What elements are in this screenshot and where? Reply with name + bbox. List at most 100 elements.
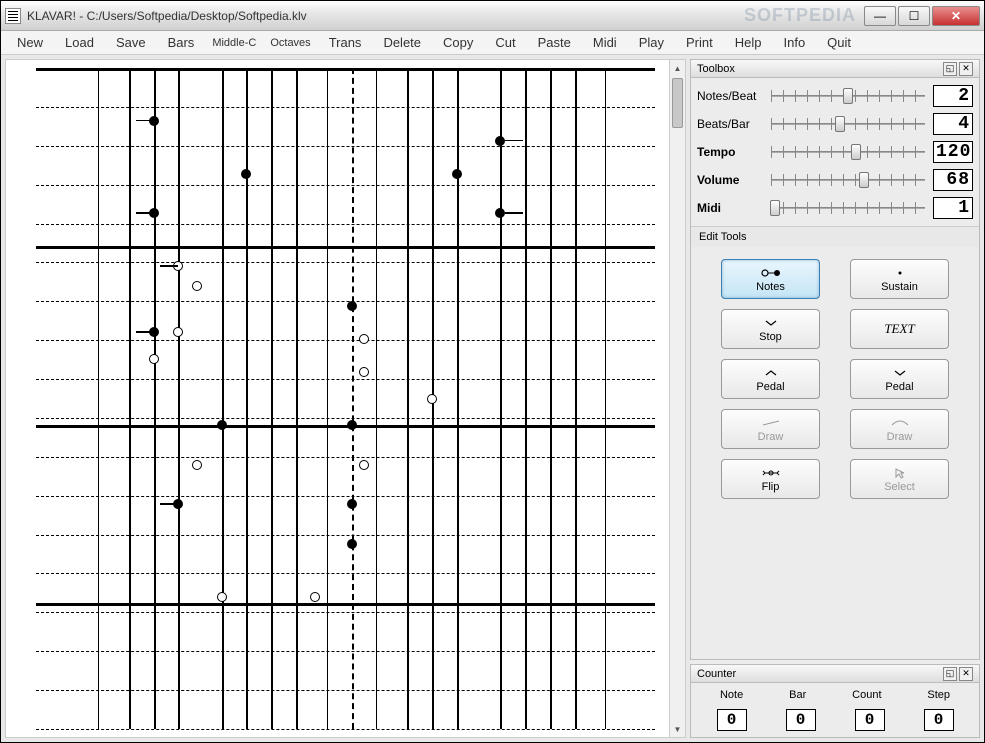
note[interactable] [310, 592, 320, 602]
scroll-thumb[interactable] [672, 78, 683, 128]
side-panels: Toolbox ◱ ✕ Notes/Beat 2 Beats/Bar 4 Tempo12… [690, 59, 980, 738]
note[interactable] [173, 327, 183, 337]
counter-undock-icon[interactable]: ◱ [943, 667, 957, 681]
menubar: NewLoadSaveBarsMiddle-COctavesTransDelet… [1, 31, 984, 55]
window-title: KLAVAR! - C:/Users/Softpedia/Desktop/Sof… [27, 9, 744, 23]
menu-print[interactable]: Print [676, 33, 723, 52]
tool-notes[interactable]: Notes [721, 259, 820, 299]
menu-delete[interactable]: Delete [373, 33, 431, 52]
note[interactable] [359, 334, 369, 344]
toolbox-title: Toolbox [697, 63, 735, 75]
note[interactable] [241, 169, 251, 179]
counter-values: 0000 [697, 705, 973, 735]
menu-octaves[interactable]: Octaves [264, 35, 316, 51]
menu-help[interactable]: Help [725, 33, 772, 52]
note[interactable] [427, 394, 437, 404]
menu-save[interactable]: Save [106, 33, 156, 52]
counter-value-bar: 0 [786, 709, 816, 731]
tool-text[interactable]: TEXT [850, 309, 949, 349]
tool-pedal-up[interactable]: Pedal [721, 359, 820, 399]
tool-draw-line[interactable]: Draw [721, 409, 820, 449]
tool-flip[interactable]: Flip [721, 459, 820, 499]
slider-row-tempo: Tempo120 [697, 138, 973, 166]
note[interactable] [359, 460, 369, 470]
counter-header: Counter ◱ ✕ [691, 665, 979, 683]
counter-value-step: 0 [924, 709, 954, 731]
menu-quit[interactable]: Quit [817, 33, 861, 52]
toolbox-close-icon[interactable]: ✕ [959, 62, 973, 76]
tool-label: Notes [756, 281, 785, 293]
counter-header-note: Note [720, 689, 743, 701]
counter-title: Counter [697, 668, 736, 680]
slider-row-volume: Volume68 [697, 166, 973, 194]
text-icon: TEXT [884, 322, 914, 336]
note[interactable] [192, 281, 202, 291]
note[interactable] [217, 592, 227, 602]
menu-middle-c[interactable]: Middle-C [206, 35, 262, 51]
edit-tools-label: Edit Tools [691, 226, 979, 247]
note[interactable] [149, 354, 159, 364]
slider-label: Midi [697, 201, 767, 215]
tool-label: Select [884, 481, 915, 493]
menu-paste[interactable]: Paste [528, 33, 581, 52]
toolbox-panel: Toolbox ◱ ✕ Notes/Beat 2 Beats/Bar 4 Tempo12… [690, 59, 980, 660]
toolbox-undock-icon[interactable]: ◱ [943, 62, 957, 76]
note[interactable] [192, 460, 202, 470]
menu-load[interactable]: Load [55, 33, 104, 52]
select-icon [894, 466, 906, 480]
slider-row-beatsbar: Beats/Bar 4 [697, 110, 973, 138]
window-buttons: — ☐ ✕ [864, 6, 980, 26]
tool-sustain[interactable]: Sustain [850, 259, 949, 299]
app-window: KLAVAR! - C:/Users/Softpedia/Desktop/Sof… [0, 0, 985, 743]
counter-close-icon[interactable]: ✕ [959, 667, 973, 681]
slider-label: Notes/Beat [697, 89, 767, 103]
slider-value: 2 [933, 85, 973, 107]
counter-header-step: Step [927, 689, 950, 701]
note[interactable] [347, 301, 357, 311]
slider-track[interactable] [767, 86, 929, 106]
menu-play[interactable]: Play [629, 33, 674, 52]
tool-label: Pedal [885, 381, 913, 393]
slider-track[interactable] [767, 170, 929, 190]
counter-value-count: 0 [855, 709, 885, 731]
menu-new[interactable]: New [7, 33, 53, 52]
close-button[interactable]: ✕ [932, 6, 980, 26]
note[interactable] [495, 136, 505, 146]
note[interactable] [347, 420, 357, 430]
tool-pedal-down[interactable]: Pedal [850, 359, 949, 399]
tool-draw-arc[interactable]: Draw [850, 409, 949, 449]
menu-info[interactable]: Info [773, 33, 815, 52]
stop-icon [764, 316, 778, 330]
note[interactable] [217, 420, 227, 430]
draw-arc-icon [890, 416, 910, 430]
slider-value: 68 [933, 169, 973, 191]
scroll-up-icon[interactable]: ▲ [670, 60, 685, 76]
note[interactable] [495, 208, 505, 218]
slider-track[interactable] [767, 142, 929, 162]
vertical-scrollbar[interactable]: ▲ ▼ [669, 60, 685, 737]
notes-icon [759, 266, 783, 280]
slider-row-midi: Midi1 [697, 194, 973, 222]
minimize-button[interactable]: — [864, 6, 896, 26]
note[interactable] [359, 367, 369, 377]
scroll-down-icon[interactable]: ▼ [670, 721, 685, 737]
menu-cut[interactable]: Cut [485, 33, 525, 52]
tool-stop[interactable]: Stop [721, 309, 820, 349]
slider-value: 4 [933, 113, 973, 135]
tool-label: Sustain [881, 281, 918, 293]
maximize-button[interactable]: ☐ [898, 6, 930, 26]
note[interactable] [347, 539, 357, 549]
slider-track[interactable] [767, 114, 929, 134]
menu-bars[interactable]: Bars [158, 33, 205, 52]
notation-canvas[interactable]: ▲ ▼ [5, 59, 686, 738]
slider-label: Beats/Bar [697, 117, 767, 131]
menu-midi[interactable]: Midi [583, 33, 627, 52]
slider-track[interactable] [767, 198, 929, 218]
note[interactable] [452, 169, 462, 179]
tool-label: Stop [759, 331, 782, 343]
menu-copy[interactable]: Copy [433, 33, 483, 52]
menu-trans[interactable]: Trans [319, 33, 372, 52]
draw-line-icon [761, 416, 781, 430]
tool-select[interactable]: Select [850, 459, 949, 499]
note[interactable] [347, 499, 357, 509]
